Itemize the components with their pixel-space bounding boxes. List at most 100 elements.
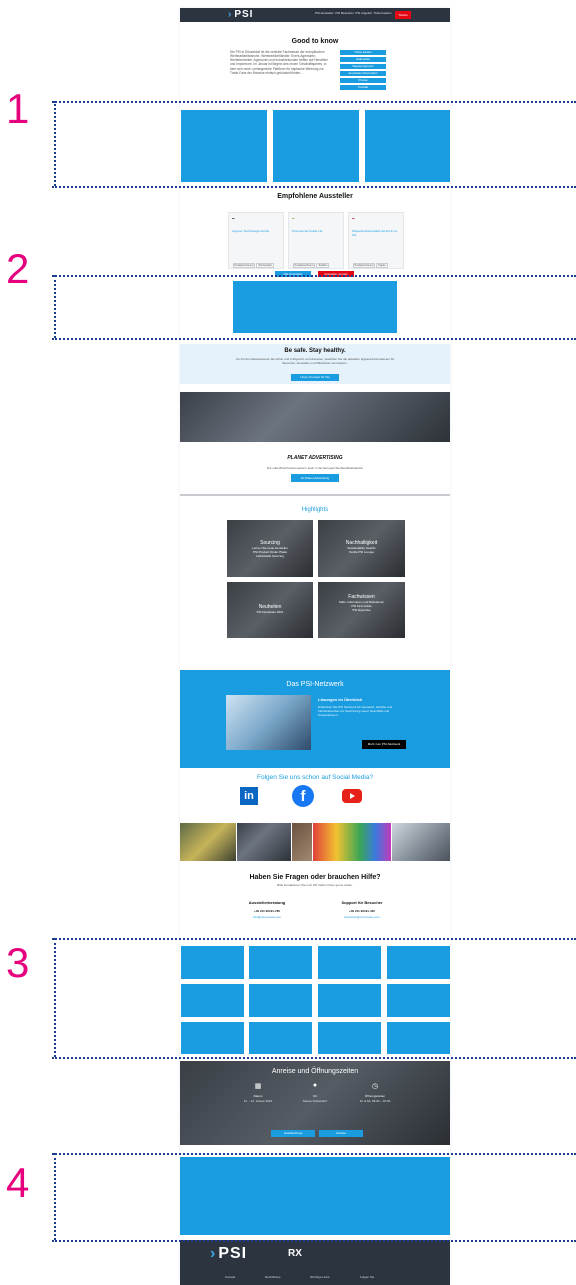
quick-link[interactable]: Kontakt [340,85,386,90]
exhibitor-logo: ▬ [292,217,295,220]
exhibitor-card[interactable]: ▬ Papierdruckspezialist GmbH & Co KG Pro… [348,212,404,269]
network-photo [226,695,311,750]
psi-logo[interactable]: › PSI [228,9,253,20]
placeholder-tile[interactable] [181,946,244,979]
quick-link[interactable]: Tagesprogramm [340,64,386,69]
nav-item[interactable]: PSI Angebot [355,11,372,15]
highlight-tile-expertise[interactable]: Fachwissen Talks: Informieren und Diskut… [318,582,405,638]
highlight-line[interactable]: PSI Expertise [318,608,405,612]
region-number: 3 [6,939,30,986]
quick-link[interactable]: Ticket kaufen [340,50,386,55]
highlight-tile-sustainability[interactable]: Nachhaltigkeit Sustainability Awards Tex… [318,520,405,577]
region-border [54,101,56,186]
placeholder-tile[interactable] [249,946,312,979]
gallery-photo[interactable] [392,823,450,861]
gallery-photo[interactable] [313,823,391,861]
help-col-title: Ausstellerberatung [248,900,286,905]
exhibitor-card[interactable]: ▬ Angerer Technologie GmbH Produktsortim… [228,212,284,269]
tag: Produktsortiment [232,263,256,268]
placeholder-banner[interactable] [233,281,397,333]
help-mail[interactable]: besucher@psi-messe.com [330,915,394,919]
hotel-booking-button[interactable]: Hotelbuchung [271,1130,315,1137]
tag: Werbemittel [256,263,274,268]
chevron-logo-icon: › [228,9,233,20]
safety-concept-button[interactable]: Unser Konzept für Sie [291,374,339,381]
placeholder-tile[interactable] [365,110,450,182]
placeholder-tile[interactable] [181,984,244,1017]
network-title: Das PSI-Netzwerk [286,681,344,688]
placeholder-tile[interactable] [387,946,450,979]
quick-link[interactable]: Presse [340,78,386,83]
help-phone[interactable]: +49 211 90191-440 [330,909,394,913]
placeholder-tile[interactable] [318,946,381,979]
placeholder-tile[interactable] [181,110,267,182]
rx-logo: RX [288,1248,302,1259]
region-border [52,186,576,188]
youtube-icon[interactable] [342,789,362,803]
footer-col[interactable]: Folgen Sie [360,1275,374,1279]
exhibitor-name[interactable]: Promotional Textile Ltd [292,229,322,233]
planet-text: Die volle Branchenkompetenz auch in der … [267,466,363,470]
highlight-tile-news[interactable]: Neuheiten PSI Neuheiten 2021 [227,582,313,638]
quick-links: Ticket kaufen Hallenplan Tagesprogramm A… [340,50,386,92]
travel-label: Ort [312,1094,318,1098]
help-mail[interactable]: info@psi-messe.com [235,915,299,919]
footer-col[interactable]: Rechtliches [265,1275,281,1279]
placeholder-tile[interactable] [387,1022,450,1054]
nav-item[interactable]: Ticket kaufen [374,11,392,15]
travel-title: Anreise und Öffnungszeiten [271,1068,359,1075]
region-border [52,275,576,277]
highlight-tile-sourcing[interactable]: Sourcing Lernen Sie neue Hersteller PSI … [227,520,313,577]
facebook-icon[interactable]: f [292,785,314,807]
placeholder-tile[interactable] [318,984,381,1017]
site-footer: › PSI RX Kontakt Rechtliches Wichtige Lin… [180,1240,450,1285]
footer-psi-logo[interactable]: › PSI [210,1245,247,1263]
travel-value: Messe Düsseldorf [302,1099,327,1103]
placeholder-tile[interactable] [249,984,312,1017]
quick-link[interactable]: Aussteller-Information [340,71,386,76]
highlight-line[interactable]: Individuelle Sourcing [227,554,313,558]
exhibitor-name[interactable]: Angerer Technologie GmbH [232,229,269,233]
footer-col[interactable]: Kontakt [225,1275,235,1279]
region-border [52,101,576,103]
travel-label: Öffnungszeiten [364,1094,386,1098]
gallery-photo[interactable] [237,823,291,861]
quick-link[interactable]: Hallenplan [340,57,386,62]
site-header: › PSI PSI Aussteller PSI Besucher PSI Ang… [180,8,450,22]
intro-text: Die PSI in Düsseldorf ist die zentrale F… [230,50,328,75]
tag: Produktsortiment [352,263,376,268]
highlight-line[interactable]: PSI Neuheiten 2021 [227,610,313,614]
placeholder-tile[interactable] [249,1022,312,1054]
linkedin-icon[interactable]: in [240,787,258,805]
tickets-button[interactable]: Tickets [395,11,411,19]
nav-item[interactable]: PSI Besucher [335,11,353,15]
gallery-photo[interactable] [292,823,312,861]
help-subtitle: Bitte kontaktieren Sie uns! Wir helfen I… [277,883,353,887]
network-button[interactable]: Mehr zum PSI-Netzwerk [362,740,406,749]
region-border [52,938,576,940]
region-number: 1 [6,85,30,132]
highlight-line[interactable]: Textile PSI Lounge [318,550,405,554]
placeholder-banner[interactable] [180,1157,450,1235]
gallery-photo[interactable] [180,823,236,861]
safety-text: Um für den Messebesuch als sicher und er… [235,357,395,365]
region-border [52,1240,576,1242]
tag: Textilien [316,263,330,268]
exhibitor-name[interactable]: Papierdruckspezialist GmbH & Co KG [352,229,400,237]
calendar-icon: ▦ [254,1083,262,1090]
placeholder-tile[interactable] [181,1022,244,1054]
placeholder-tile[interactable] [273,110,359,182]
social-title: Folgen Sie uns schon auf Social Media? [257,774,373,781]
help-phone[interactable]: +49 211 90191-780 [235,909,299,913]
exhibitor-logo: ▬ [352,217,355,220]
footer-col[interactable]: Wichtige Links [310,1275,329,1279]
exhibitor-card[interactable]: ▬ Promotional Textile Ltd Produktsortime… [288,212,344,269]
placeholder-tile[interactable] [318,1022,381,1054]
highlights-title: Highlights [301,507,329,513]
planet-advertising-button[interactable]: Zu Planet Advertising [291,474,339,482]
trade-fair-photo [180,392,450,442]
directions-button[interactable]: Anreise [319,1130,363,1137]
placeholder-tile[interactable] [387,984,450,1017]
nav-item[interactable]: PSI Aussteller [315,11,334,15]
section-title: Empfohlene Aussteller [277,193,353,200]
